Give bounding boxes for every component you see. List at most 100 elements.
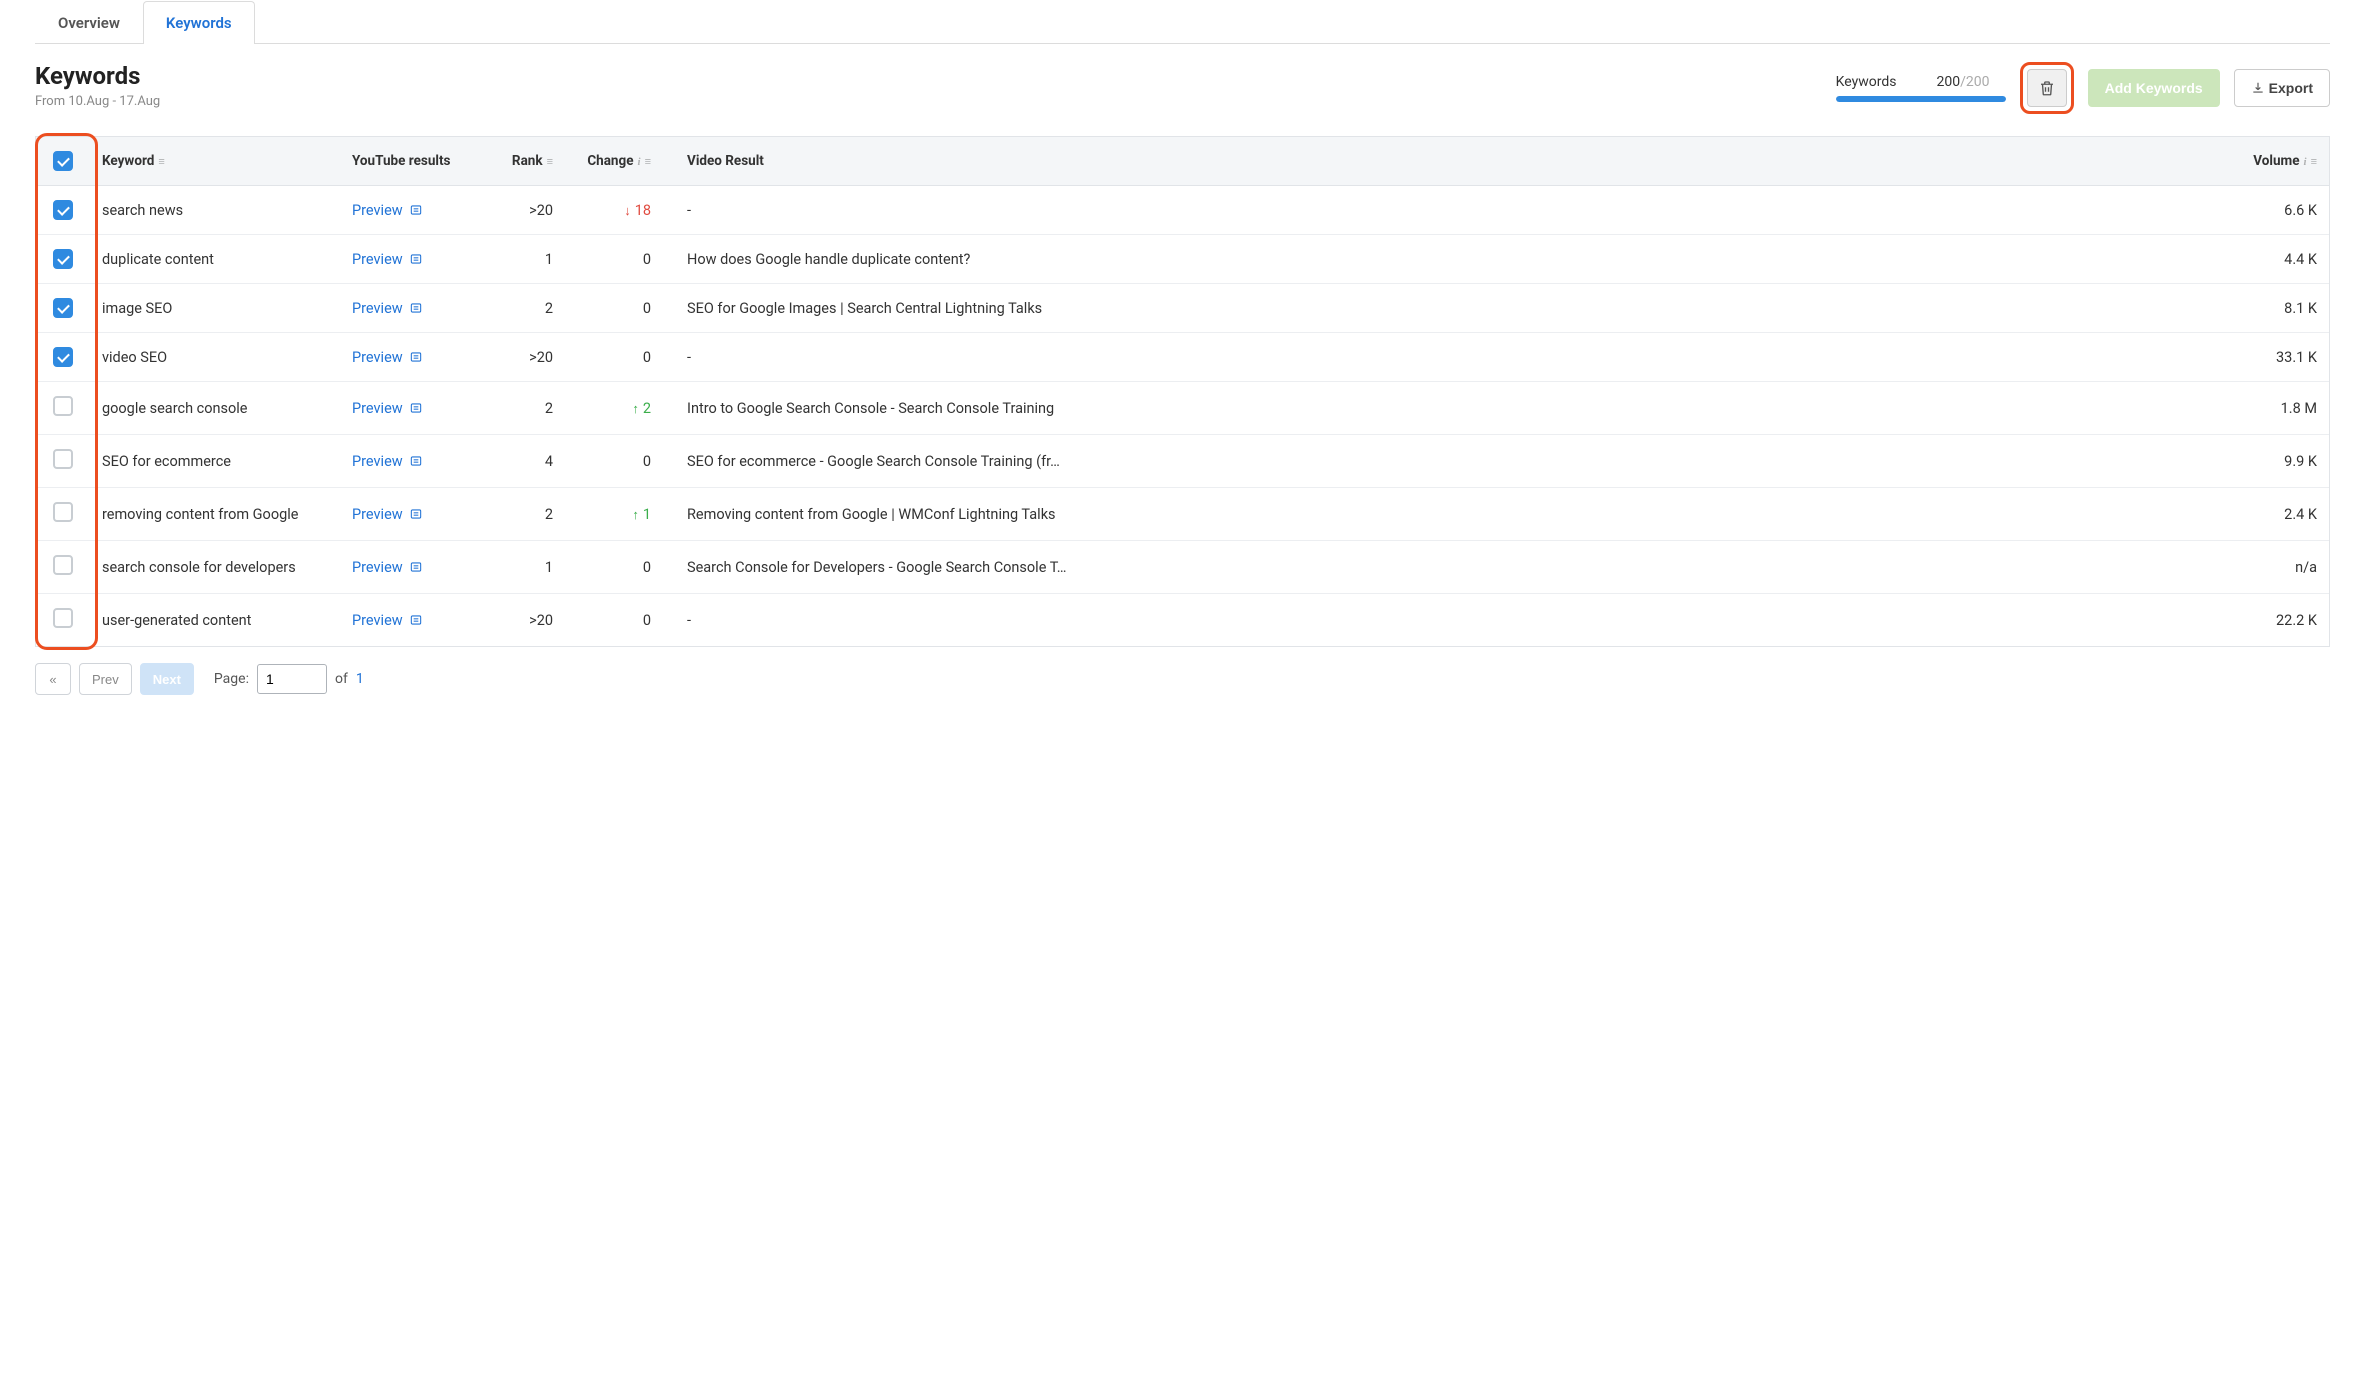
row-checkbox[interactable]: [53, 449, 73, 469]
preview-link[interactable]: Preview: [352, 251, 423, 268]
header-youtube-results: YouTube results: [340, 137, 480, 186]
volume-cell: 33.1 K: [2214, 333, 2329, 382]
table-row: search newsPreview>20↓18-6.6 K: [36, 186, 2329, 235]
preview-link-label: Preview: [352, 506, 403, 523]
row-checkbox[interactable]: [53, 249, 73, 269]
page-input[interactable]: [257, 664, 327, 694]
keywords-table: Keyword≡ YouTube results Rank≡ Changei≡ …: [35, 136, 2330, 647]
preview-link[interactable]: Preview: [352, 453, 423, 470]
preview-link[interactable]: Preview: [352, 202, 423, 219]
export-label: Export: [2269, 80, 2313, 96]
preview-icon: [409, 203, 423, 217]
rank-cell: >20: [480, 333, 565, 382]
tabs: Overview Keywords: [35, 0, 2330, 44]
date-range: From 10.Aug - 17.Aug: [35, 94, 160, 109]
keyword-cell: image SEO: [90, 284, 340, 333]
header-change[interactable]: Changei≡: [565, 137, 675, 186]
row-checkbox[interactable]: [53, 555, 73, 575]
first-page-button[interactable]: «: [35, 663, 71, 695]
change-value: 0: [643, 453, 651, 470]
tab-overview[interactable]: Overview: [35, 1, 143, 44]
delete-button[interactable]: [2027, 69, 2067, 107]
info-icon[interactable]: i: [2304, 156, 2307, 168]
preview-icon: [409, 507, 423, 521]
rank-cell: 2: [480, 284, 565, 333]
total-pages: 1: [356, 671, 364, 687]
row-checkbox[interactable]: [53, 200, 73, 220]
header-video-result: Video Result: [675, 137, 2214, 186]
preview-link[interactable]: Preview: [352, 300, 423, 317]
video-result-cell: Removing content from Google | WMConf Li…: [675, 488, 2214, 541]
preview-link-label: Preview: [352, 453, 403, 470]
preview-link[interactable]: Preview: [352, 612, 423, 629]
table-row: user-generated contentPreview>200-22.2 K: [36, 594, 2329, 646]
change-cell: 0: [565, 594, 675, 646]
table-header-row: Keyword≡ YouTube results Rank≡ Changei≡ …: [36, 137, 2329, 186]
change-value: 0: [643, 559, 651, 576]
table-row: search console for developersPreview10Se…: [36, 541, 2329, 594]
preview-link-label: Preview: [352, 349, 403, 366]
preview-link[interactable]: Preview: [352, 559, 423, 576]
change-cell: ↑1: [565, 488, 675, 541]
volume-cell: 4.4 K: [2214, 235, 2329, 284]
row-checkbox[interactable]: [53, 347, 73, 367]
header-keyword[interactable]: Keyword ≡: [90, 137, 340, 186]
row-checkbox[interactable]: [53, 502, 73, 522]
header-volume-label: Volume: [2253, 153, 2299, 169]
quota-used: 200: [1936, 74, 1960, 90]
arrow-up-icon: ↑: [632, 508, 639, 523]
video-result-cell: Intro to Google Search Console - Search …: [675, 382, 2214, 435]
preview-icon: [409, 252, 423, 266]
header-rank[interactable]: Rank ≡: [480, 137, 565, 186]
sort-icon: ≡: [547, 155, 553, 168]
volume-cell: 8.1 K: [2214, 284, 2329, 333]
select-all-checkbox[interactable]: [53, 151, 73, 171]
export-button[interactable]: Export: [2234, 69, 2330, 107]
prev-button[interactable]: Prev: [79, 663, 132, 695]
keyword-cell: duplicate content: [90, 235, 340, 284]
header-rank-label: Rank: [512, 153, 543, 169]
header-keyword-label: Keyword: [102, 153, 154, 169]
volume-cell: 22.2 K: [2214, 594, 2329, 646]
change-value: 2: [643, 400, 651, 417]
quota-progress-fill: [1836, 96, 2006, 102]
preview-link[interactable]: Preview: [352, 349, 423, 366]
row-checkbox[interactable]: [53, 396, 73, 416]
sort-icon: ≡: [2311, 155, 2317, 168]
header-change-label: Change: [587, 153, 633, 169]
keyword-cell: search news: [90, 186, 340, 235]
row-checkbox[interactable]: [53, 298, 73, 318]
preview-link[interactable]: Preview: [352, 506, 423, 523]
info-icon[interactable]: i: [638, 156, 641, 168]
change-value: 0: [643, 349, 651, 366]
preview-link-label: Preview: [352, 559, 403, 576]
change-value: 18: [635, 202, 651, 219]
preview-icon: [409, 613, 423, 627]
preview-link-label: Preview: [352, 251, 403, 268]
tab-keywords[interactable]: Keywords: [143, 1, 255, 44]
pagination: « Prev Next Page: of 1: [35, 663, 2330, 695]
rank-cell: 2: [480, 488, 565, 541]
change-cell: ↑2: [565, 382, 675, 435]
sort-icon: ≡: [158, 155, 164, 168]
video-result-cell: Search Console for Developers - Google S…: [675, 541, 2214, 594]
change-cell: ↓18: [565, 186, 675, 235]
next-button[interactable]: Next: [140, 663, 194, 695]
rank-cell: 1: [480, 541, 565, 594]
header-select-all[interactable]: [36, 137, 90, 186]
arrow-up-icon: ↑: [632, 402, 639, 417]
rank-cell: 1: [480, 235, 565, 284]
volume-cell: 2.4 K: [2214, 488, 2329, 541]
header-volume[interactable]: Volumei ≡: [2214, 137, 2329, 186]
preview-link[interactable]: Preview: [352, 400, 423, 417]
preview-icon: [409, 401, 423, 415]
volume-cell: 9.9 K: [2214, 435, 2329, 488]
table-row: google search consolePreview2↑2Intro to …: [36, 382, 2329, 435]
preview-icon: [409, 301, 423, 315]
add-keywords-button[interactable]: Add Keywords: [2088, 69, 2220, 107]
row-checkbox[interactable]: [53, 608, 73, 628]
keywords-table-wrap: Keyword≡ YouTube results Rank≡ Changei≡ …: [35, 136, 2330, 647]
page-label: Page:: [214, 671, 249, 687]
keyword-quota: Keywords 200/200: [1836, 74, 2006, 102]
header-actions: Keywords 200/200 Add Keywords Export: [1836, 62, 2330, 114]
